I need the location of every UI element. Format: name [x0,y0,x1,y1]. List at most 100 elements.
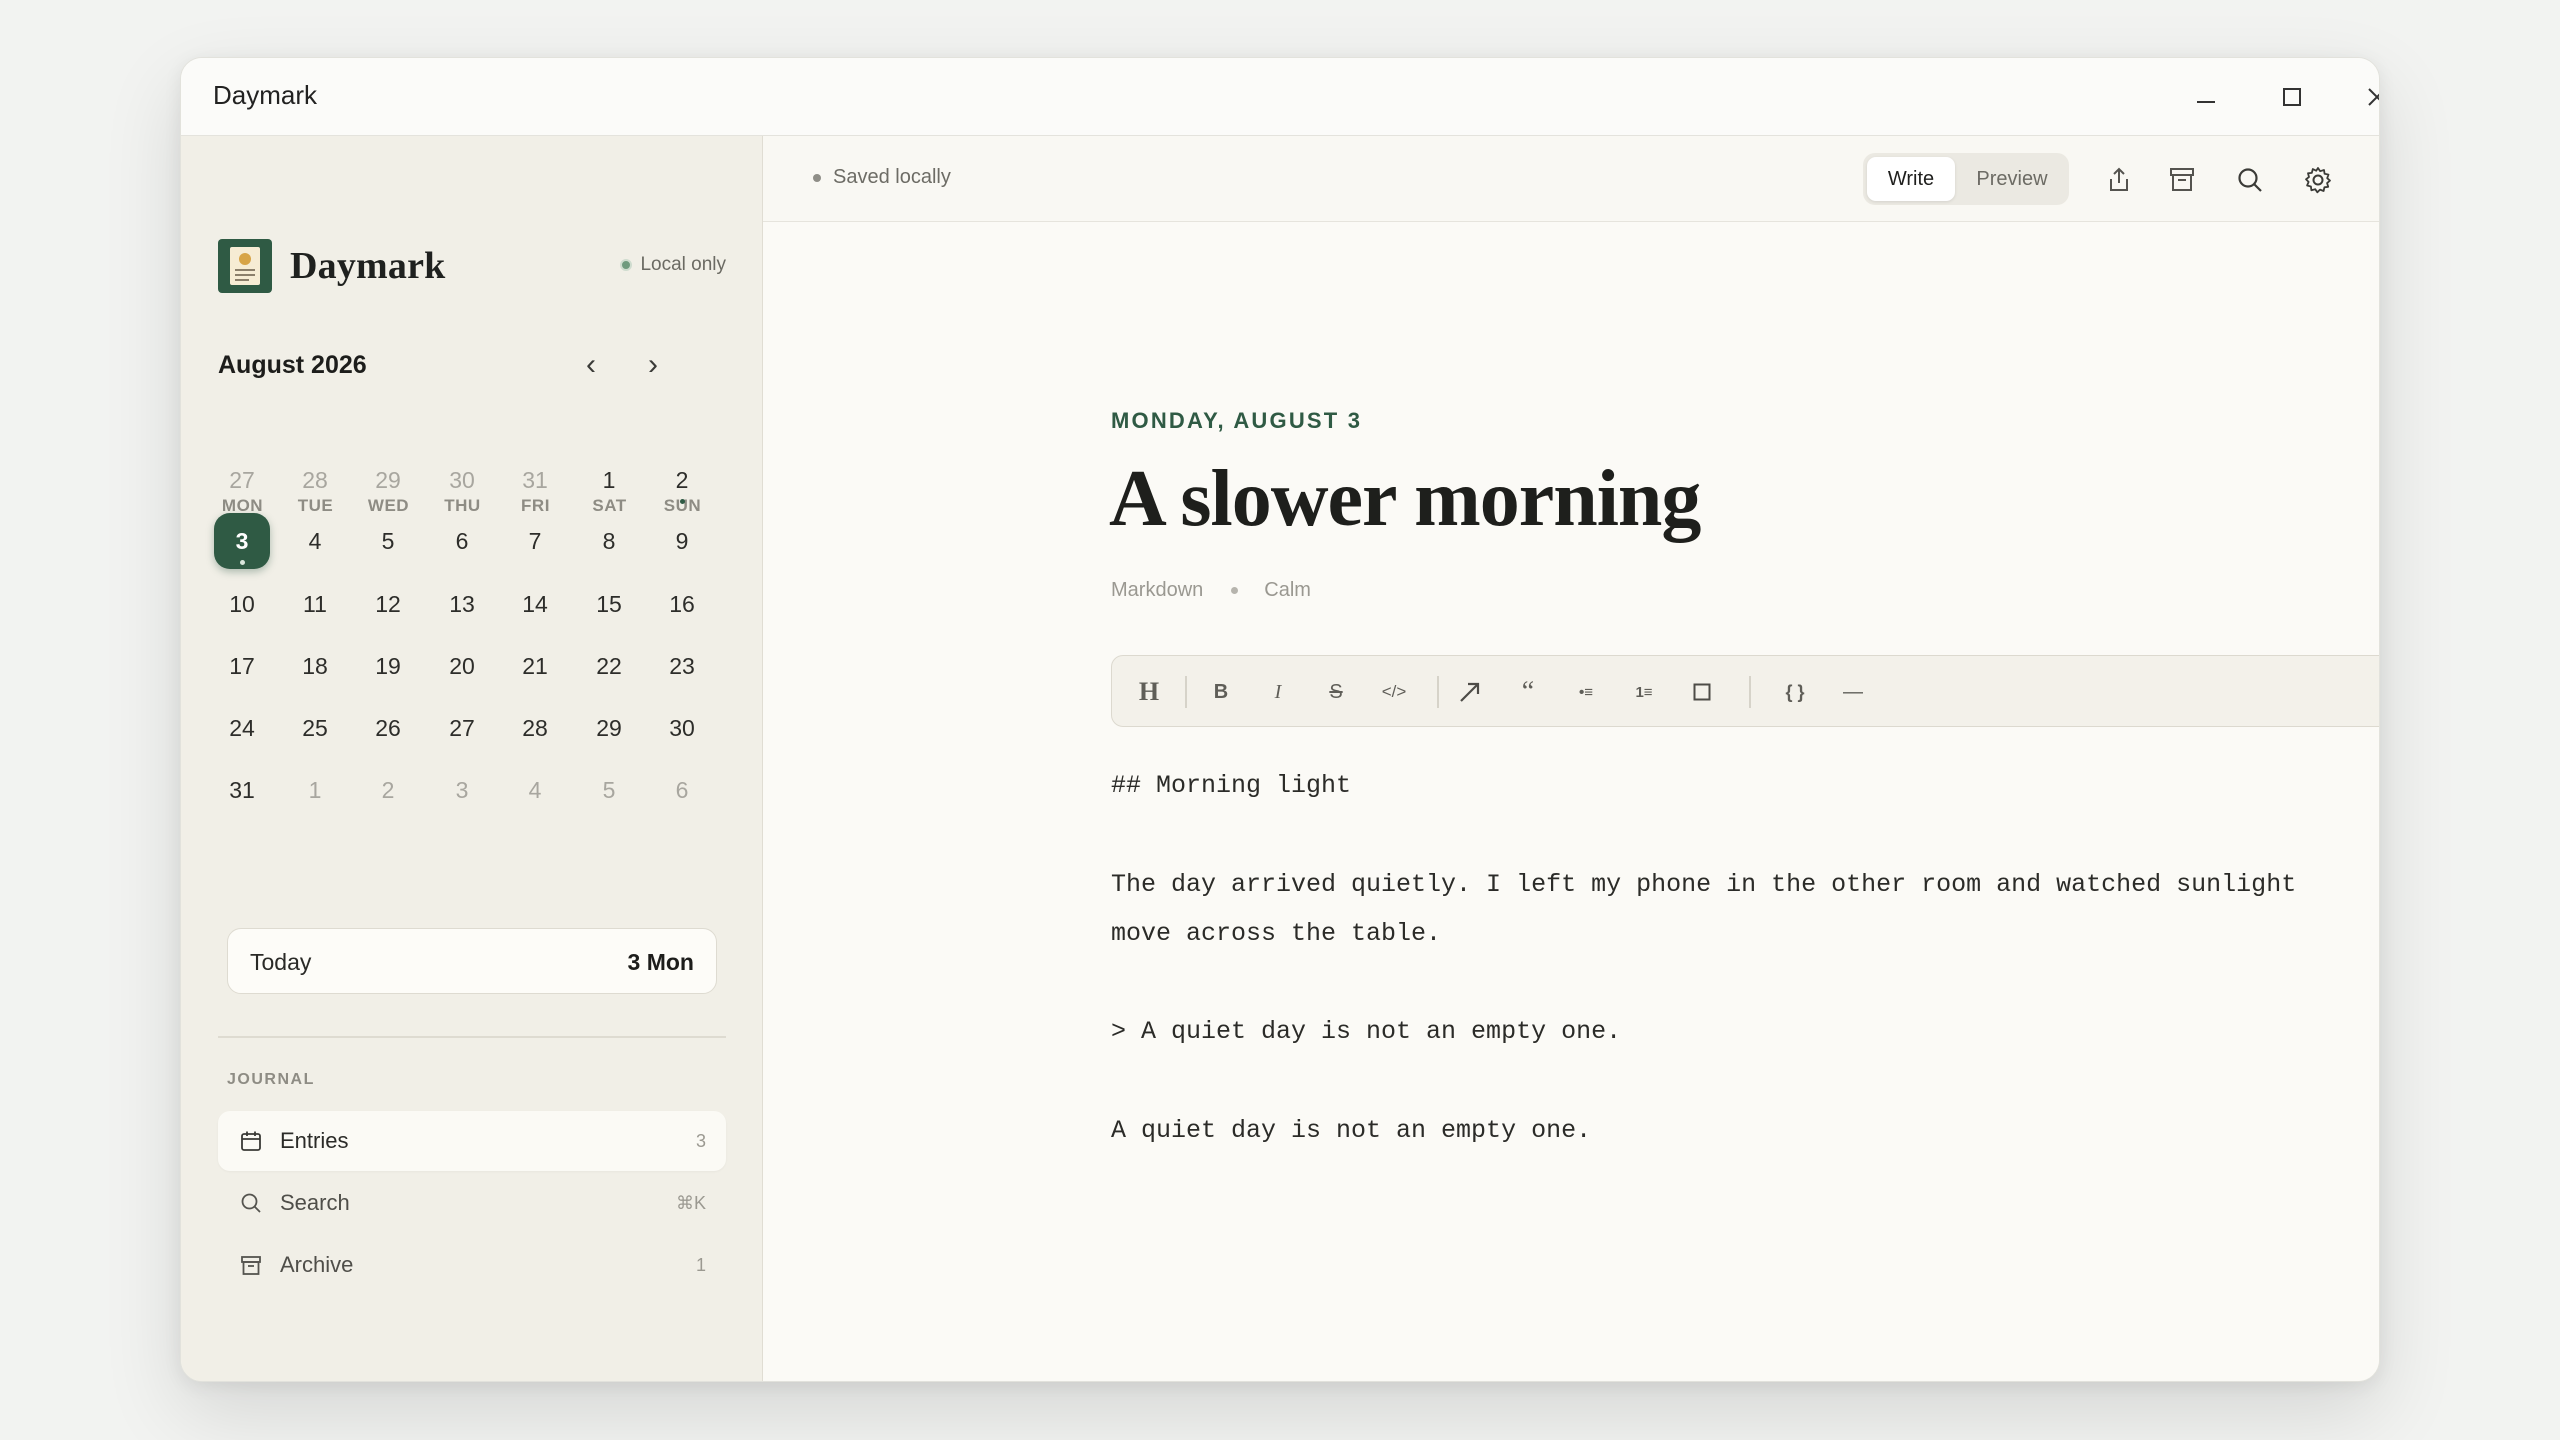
calendar-day[interactable]: 18 [287,638,343,694]
formatting-toolbar: H B I S </> “ •≡ 1≡ { } — [1111,655,2379,727]
calendar-day[interactable]: 26 [360,700,416,756]
entry-dot-icon [239,560,245,565]
today-value: 3 Mon [627,949,694,975]
next-month-button[interactable]: › [631,343,675,387]
link-button[interactable] [1447,669,1493,715]
calendar-day[interactable]: 14 [507,576,563,632]
calendar-day[interactable]: 12 [360,576,416,632]
sidebar-item-label: Search [280,1190,350,1215]
calendar-day[interactable]: 15 [581,576,637,632]
window-title: Daymark [213,80,318,110]
archive-icon [238,1252,264,1278]
tab-write[interactable]: Write [1867,157,1955,201]
editor-line: ## Morning light [1111,771,1352,800]
entry-title[interactable]: A slower morning [1109,454,1701,545]
calendar-day[interactable]: 5 [581,762,637,818]
calendar-day[interactable]: 31 [214,762,270,818]
calendar-day[interactable]: 2 [360,762,416,818]
bold-button[interactable]: B [1198,669,1244,715]
bullet-list-button[interactable]: •≡ [1563,669,1609,715]
search-icon [2238,168,2262,192]
entry-meta: Markdown Calm [1111,579,1311,602]
italic-button[interactable]: I [1255,669,1301,715]
calendar-day[interactable]: 29 [360,452,416,508]
calendar-day[interactable]: 23 [654,638,710,694]
checkbox-icon [1693,683,1711,701]
calendar-day[interactable]: 24 [214,700,270,756]
calendar-day[interactable]: 28 [507,700,563,756]
search-icon [238,1190,264,1216]
calendar-day[interactable]: 30 [654,700,710,756]
sidebar-item-label: Archive [280,1252,354,1277]
calendar-day[interactable]: 29 [581,700,637,756]
calendar-day[interactable]: 13 [434,576,490,632]
calendar-day[interactable]: 3 [214,513,270,569]
today-button[interactable]: Today 3 Mon [227,928,717,994]
calendar-day[interactable]: 3 [434,762,490,818]
code-block-button[interactable]: { } [1772,669,1818,715]
calendar-day[interactable]: 1 [581,452,637,508]
maximize-button[interactable] [2262,72,2322,122]
calendar-day[interactable]: 19 [360,638,416,694]
calendar-day[interactable]: 20 [434,638,490,694]
calendar-day[interactable]: 31 [507,452,563,508]
search-button[interactable] [2228,158,2272,202]
horizontal-rule-button[interactable]: — [1830,669,1876,715]
calendar-day[interactable]: 27 [434,700,490,756]
brand: Daymark [218,239,446,293]
calendar-day[interactable]: 16 [654,576,710,632]
sidebar-item-count: 3 [695,1130,706,1151]
calendar-day[interactable]: 6 [654,762,710,818]
sidebar-item-label: Entries [280,1128,349,1153]
app-logo-icon [218,239,272,293]
calendar-day[interactable]: 4 [507,762,563,818]
entry-dot-icon [679,499,685,504]
calendar-day[interactable]: 10 [214,576,270,632]
calendar-day[interactable]: 21 [507,638,563,694]
editor-line: > A quiet day is not an empty one. [1111,1017,1622,1046]
maximize-icon [2283,88,2301,106]
tab-preview[interactable]: Preview [1959,157,2065,201]
calendar-day[interactable]: 11 [287,576,343,632]
calendar-day[interactable]: 22 [581,638,637,694]
calendar-day[interactable]: 2 [654,452,710,508]
calendar-day[interactable]: 17 [214,638,270,694]
sidebar-item-search[interactable]: Search ⌘K [218,1173,726,1233]
calendar-day[interactable]: 8 [581,513,637,569]
quote-button[interactable]: “ [1505,669,1551,715]
mode-switch: Write Preview [1863,153,2069,205]
inline-code-button[interactable]: </> [1371,669,1417,715]
sidebar-item-count: 1 [695,1254,706,1275]
prev-month-button[interactable]: ‹ [569,343,613,387]
minimize-button[interactable] [2176,72,2236,122]
calendar-day[interactable]: 25 [287,700,343,756]
journal-section-label: JOURNAL [227,1071,315,1088]
close-window-button[interactable] [2347,72,2379,122]
calendar-day[interactable]: 7 [507,513,563,569]
calendar-day[interactable]: 9 [654,513,710,569]
save-status: Saved locally [813,166,951,189]
strikethrough-button[interactable]: S [1313,669,1359,715]
sidebar-item-entries[interactable]: Entries 3 [218,1111,726,1171]
numbered-list-button[interactable]: 1≡ [1621,669,1667,715]
settings-button[interactable] [2296,158,2340,202]
calendar-day[interactable]: 28 [287,452,343,508]
checkbox-button[interactable] [1679,669,1725,715]
entry-mood: Calm [1264,579,1311,601]
entry-date: MONDAY, AUGUST 3 [1111,408,1363,433]
archive-entry-button[interactable] [2160,158,2204,202]
calendar-day[interactable]: 5 [360,513,416,569]
editor-pane: Saved locally Write Preview MONDAY, AUGU… [763,136,2379,1381]
sidebar-item-archive[interactable]: Archive 1 [218,1235,726,1295]
calendar-day[interactable]: 6 [434,513,490,569]
calendar-day[interactable]: 30 [434,452,490,508]
calendar-day[interactable]: 1 [287,762,343,818]
heading-button[interactable]: H [1126,669,1172,715]
status-dot-icon [620,259,633,271]
editor-toolbar: Saved locally Write Preview [763,136,2379,222]
share-button[interactable] [2097,158,2141,202]
storage-badge: Local only [620,254,726,276]
calendar-day[interactable]: 27 [214,452,270,508]
close-icon [2368,88,2379,106]
calendar-day[interactable]: 4 [287,513,343,569]
